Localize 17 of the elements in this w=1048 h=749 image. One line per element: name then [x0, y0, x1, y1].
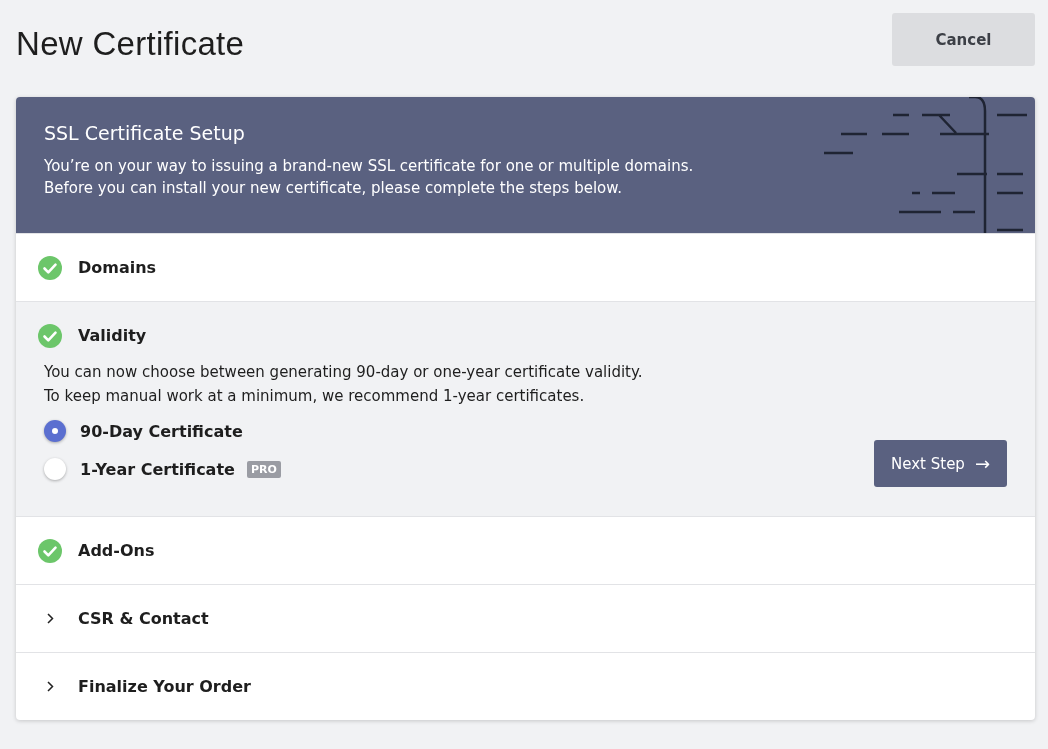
step-header[interactable]: Finalize Your Order [16, 653, 1035, 720]
cancel-button[interactable]: Cancel [892, 13, 1035, 66]
radio-button[interactable] [44, 420, 66, 442]
option-label: 90-Day Certificate [80, 421, 243, 441]
header-description: You’re on your way to issuing a brand-new SSL certificate for one or multiple domains. [44, 156, 695, 177]
option-label: 1-Year Certificate [80, 459, 235, 479]
header-title: SSL Certificate Setup [44, 122, 246, 144]
header-description: Before you can install your new certificate, please complete the steps below. [44, 178, 623, 199]
step-header[interactable]: Domains [16, 234, 1035, 301]
step-description: You can now choose between generating 90-day or one-year certificate validity. [44, 362, 643, 383]
step-header[interactable]: CSR & Contact [16, 585, 1035, 652]
step-header[interactable]: Add-Ons [16, 517, 1035, 584]
next-step-button[interactable]: Next Step → [874, 440, 1007, 487]
step-description: To keep manual work at a minimum, we recommend 1-year certificates. [44, 386, 586, 407]
page-title: New Certificate [16, 25, 245, 63]
pro-badge: PRO [246, 460, 281, 478]
radio-button[interactable] [44, 458, 66, 480]
